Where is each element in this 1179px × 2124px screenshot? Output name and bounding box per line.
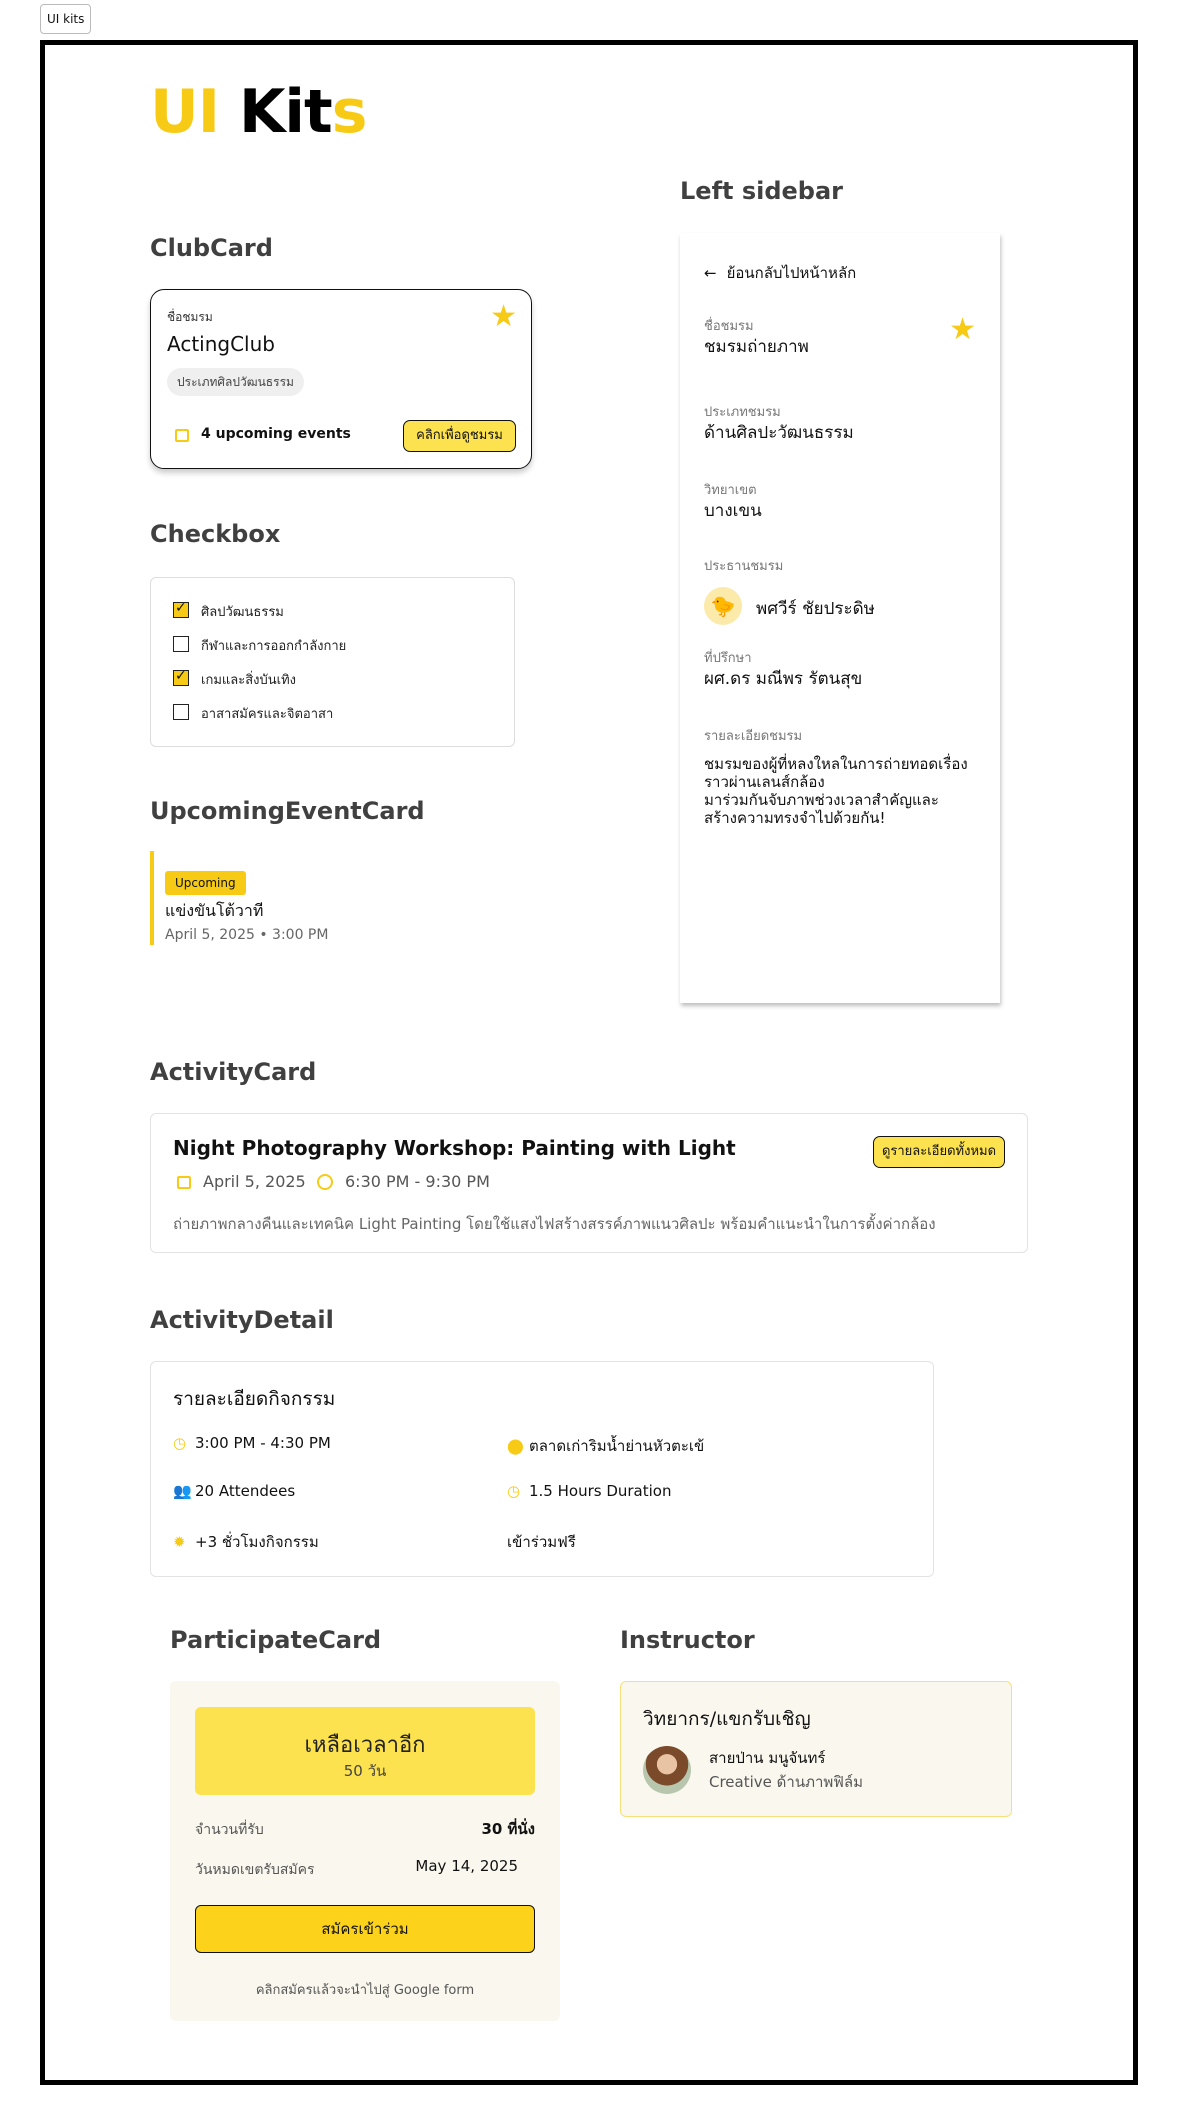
campus-value: บางเขน bbox=[704, 501, 762, 521]
calendar-icon bbox=[175, 429, 189, 442]
section-sidebar-heading: Left sidebar bbox=[680, 177, 844, 205]
page-title: UI Kits bbox=[150, 77, 368, 147]
advisor-value: ผศ.ดร มณีพร รัตนสุข bbox=[704, 669, 863, 689]
seats-label: จำนวนที่รับ bbox=[195, 1822, 264, 1838]
arrow-left-icon: ← bbox=[704, 264, 717, 282]
detail-time-text: 3:00 PM - 4:30 PM bbox=[195, 1434, 331, 1452]
activity-card: Night Photography Workshop: Painting wit… bbox=[150, 1113, 1028, 1253]
club-detail: ชมรมของผู้ที่หลงใหลในการถ่ายทอดเรื่อง รา… bbox=[704, 755, 984, 827]
checkbox-label: เกมและสิ่งบันเทิง bbox=[201, 673, 296, 688]
star-icon[interactable]: ★ bbox=[490, 302, 517, 332]
countdown-days: 50 วัน bbox=[343, 1762, 387, 1780]
title-s: s bbox=[331, 77, 368, 147]
upcoming-event-date: April 5, 2025 • 3:00 PM bbox=[165, 927, 329, 943]
calendar-icon bbox=[177, 1176, 191, 1189]
section-activitycard-heading: ActivityCard bbox=[150, 1058, 317, 1086]
sun-icon: ✹ bbox=[173, 1533, 186, 1551]
checkbox-label: อาสาสมัครและจิตอาสา bbox=[201, 707, 334, 722]
section-participate-heading: ParticipateCard bbox=[170, 1626, 382, 1654]
people-icon: 👥 bbox=[173, 1482, 192, 1500]
title-ui: UI bbox=[150, 77, 220, 147]
detail-attendees-text: 20 Attendees bbox=[195, 1482, 296, 1500]
category-pill: ประเภทศิลปวัฒนธรรม bbox=[167, 368, 304, 396]
checkbox-checked[interactable] bbox=[173, 600, 189, 618]
instructor-title: วิทยากร/แขกรับเชิญ bbox=[643, 1708, 811, 1730]
title-kit: Kit bbox=[238, 77, 333, 147]
checkbox-label: ศิลปวัฒนธรรม bbox=[201, 605, 284, 620]
section-clubcard-heading: ClubCard bbox=[150, 234, 273, 262]
detail-duration: ◷ 1.5 Hours Duration bbox=[507, 1482, 672, 1500]
president-label: ประธานชมรม bbox=[704, 559, 784, 574]
ui-kits-chip[interactable]: UI kits bbox=[40, 4, 92, 34]
seats-value: 30 ที่นั่ง bbox=[481, 1820, 535, 1838]
view-details-button[interactable]: ดูรายละเอียดทั้งหมด bbox=[873, 1136, 1005, 1168]
google-form-note: คลิกสมัครแล้วจะนำไปสู่ Google form bbox=[255, 1983, 475, 1998]
checkbox-label: กีฬาและการออกกำลังกาย bbox=[201, 639, 347, 654]
clock-icon bbox=[317, 1174, 333, 1190]
detail-hours: ✹ +3 ชั่วโมงกิจกรรม bbox=[173, 1530, 319, 1554]
events-count: 4 upcoming events bbox=[201, 426, 351, 442]
checkbox-unchecked[interactable] bbox=[173, 636, 189, 652]
detail-time: ◷ 3:00 PM - 4:30 PM bbox=[173, 1434, 331, 1452]
section-upcoming-heading: UpcomingEventCard bbox=[150, 797, 425, 825]
checkbox-checked[interactable] bbox=[173, 668, 189, 686]
deadline-label: วันหมดเขตรับสมัคร bbox=[195, 1862, 315, 1878]
checkbox-group: ศิลปวัฒนธรรม กีฬาและการออกกำลังกาย เกมแล… bbox=[150, 577, 515, 747]
deadline-value: May 14, 2025 bbox=[415, 1857, 518, 1875]
back-link[interactable]: ← ย้อนกลับไปหน้าหลัก bbox=[704, 261, 856, 285]
left-sidebar: ← ย้อนกลับไปหน้าหลัก ชื่อชมรม ชมรมถ่ายภาพ… bbox=[680, 233, 1000, 1003]
participate-card: เหลือเวลาอีก 50 วัน จำนวนที่รับ 30 ที่นั… bbox=[170, 1681, 560, 2021]
detail-label: รายละเอียดชมรม bbox=[704, 729, 803, 744]
instructor-name: สายป่าน มนูจันทร์ bbox=[709, 1749, 826, 1767]
detail-fee: เข้าร่วมฟรี bbox=[507, 1533, 576, 1551]
instructor-card: วิทยากร/แขกรับเชิญ สายป่าน มนูจันทร์ Cre… bbox=[620, 1681, 1012, 1817]
view-club-button[interactable]: คลิกเพื่อดูชมรม bbox=[403, 420, 516, 452]
activity-title: Night Photography Workshop: Painting wit… bbox=[173, 1136, 736, 1160]
star-icon[interactable]: ★ bbox=[949, 315, 976, 345]
detail-line: ชมรมของผู้ที่หลงใหลในการถ่ายทอดเรื่อง bbox=[704, 755, 968, 773]
countdown-title: เหลือเวลาอีก bbox=[304, 1733, 426, 1758]
activity-detail-card: รายละเอียดกิจกรรม ◷ 3:00 PM - 4:30 PM ⬤ ตล… bbox=[150, 1361, 934, 1577]
countdown-banner: เหลือเวลาอีก 50 วัน bbox=[195, 1707, 535, 1795]
clock-icon: ◷ bbox=[173, 1434, 187, 1452]
instructor-role: Creative ด้านภาพฟิล์ม bbox=[709, 1773, 863, 1791]
upcoming-event-title[interactable]: แข่งขันโต้วาที bbox=[165, 899, 263, 924]
activity-description: ถ่ายภาพกลางคืนและเทคนิค Light Painting โ… bbox=[173, 1215, 936, 1233]
club-name: ActingClub bbox=[167, 332, 275, 356]
back-link-label: ย้อนกลับไปหน้าหลัก bbox=[726, 264, 857, 282]
section-activitydetail-heading: ActivityDetail bbox=[150, 1306, 334, 1334]
detail-hours-text: +3 ชั่วโมงกิจกรรม bbox=[195, 1533, 319, 1551]
detail-location-text: ตลาดเก่าริมน้ำย่านหัวตะเข้ bbox=[529, 1437, 705, 1455]
detail-line: ราวผ่านเลนส์กล้อง bbox=[704, 773, 825, 791]
club-name-label: ชื่อชมรม bbox=[167, 310, 213, 324]
join-button[interactable]: สมัครเข้าร่วม bbox=[195, 1905, 535, 1953]
upcoming-accent-bar bbox=[150, 851, 154, 945]
section-checkbox-heading: Checkbox bbox=[150, 520, 281, 548]
activity-detail-title: รายละเอียดกิจกรรม bbox=[173, 1388, 336, 1410]
canvas-frame: UI Kits ClubCard ชื่อชมรม ★ ActingClub ป… bbox=[40, 40, 1138, 2085]
activity-time: 6:30 PM - 9:30 PM bbox=[345, 1172, 490, 1191]
detail-attendees: 👥 20 Attendees bbox=[173, 1482, 295, 1500]
detail-duration-text: 1.5 Hours Duration bbox=[529, 1482, 672, 1500]
type-value: ด้านศิลปะวัฒนธรรม bbox=[704, 423, 854, 443]
clock-icon: ◷ bbox=[507, 1482, 521, 1500]
detail-line: สร้างความทรงจำไปด้วยกัน! bbox=[704, 809, 886, 827]
club-card[interactable]: ชื่อชมรม ★ ActingClub ประเภทศิลปวัฒนธรรม… bbox=[150, 289, 532, 469]
detail-location: ⬤ ตลาดเก่าริมน้ำย่านหัวตะเข้ bbox=[507, 1434, 704, 1458]
upcoming-badge: Upcoming bbox=[165, 871, 246, 895]
detail-line: มาร่วมกันจับภาพช่วงเวลาสำคัญและ bbox=[704, 791, 939, 809]
checkbox-unchecked[interactable] bbox=[173, 704, 189, 720]
duck-avatar-icon: 🐤 bbox=[704, 587, 742, 625]
location-pin-icon: ⬤ bbox=[507, 1437, 524, 1455]
instructor-avatar bbox=[643, 1746, 691, 1794]
club-value: ชมรมถ่ายภาพ bbox=[704, 337, 809, 357]
section-instructor-heading: Instructor bbox=[620, 1626, 755, 1654]
activity-date: April 5, 2025 bbox=[203, 1172, 306, 1191]
president-value: พศวีร์ ชัยประดิษ bbox=[756, 599, 875, 619]
